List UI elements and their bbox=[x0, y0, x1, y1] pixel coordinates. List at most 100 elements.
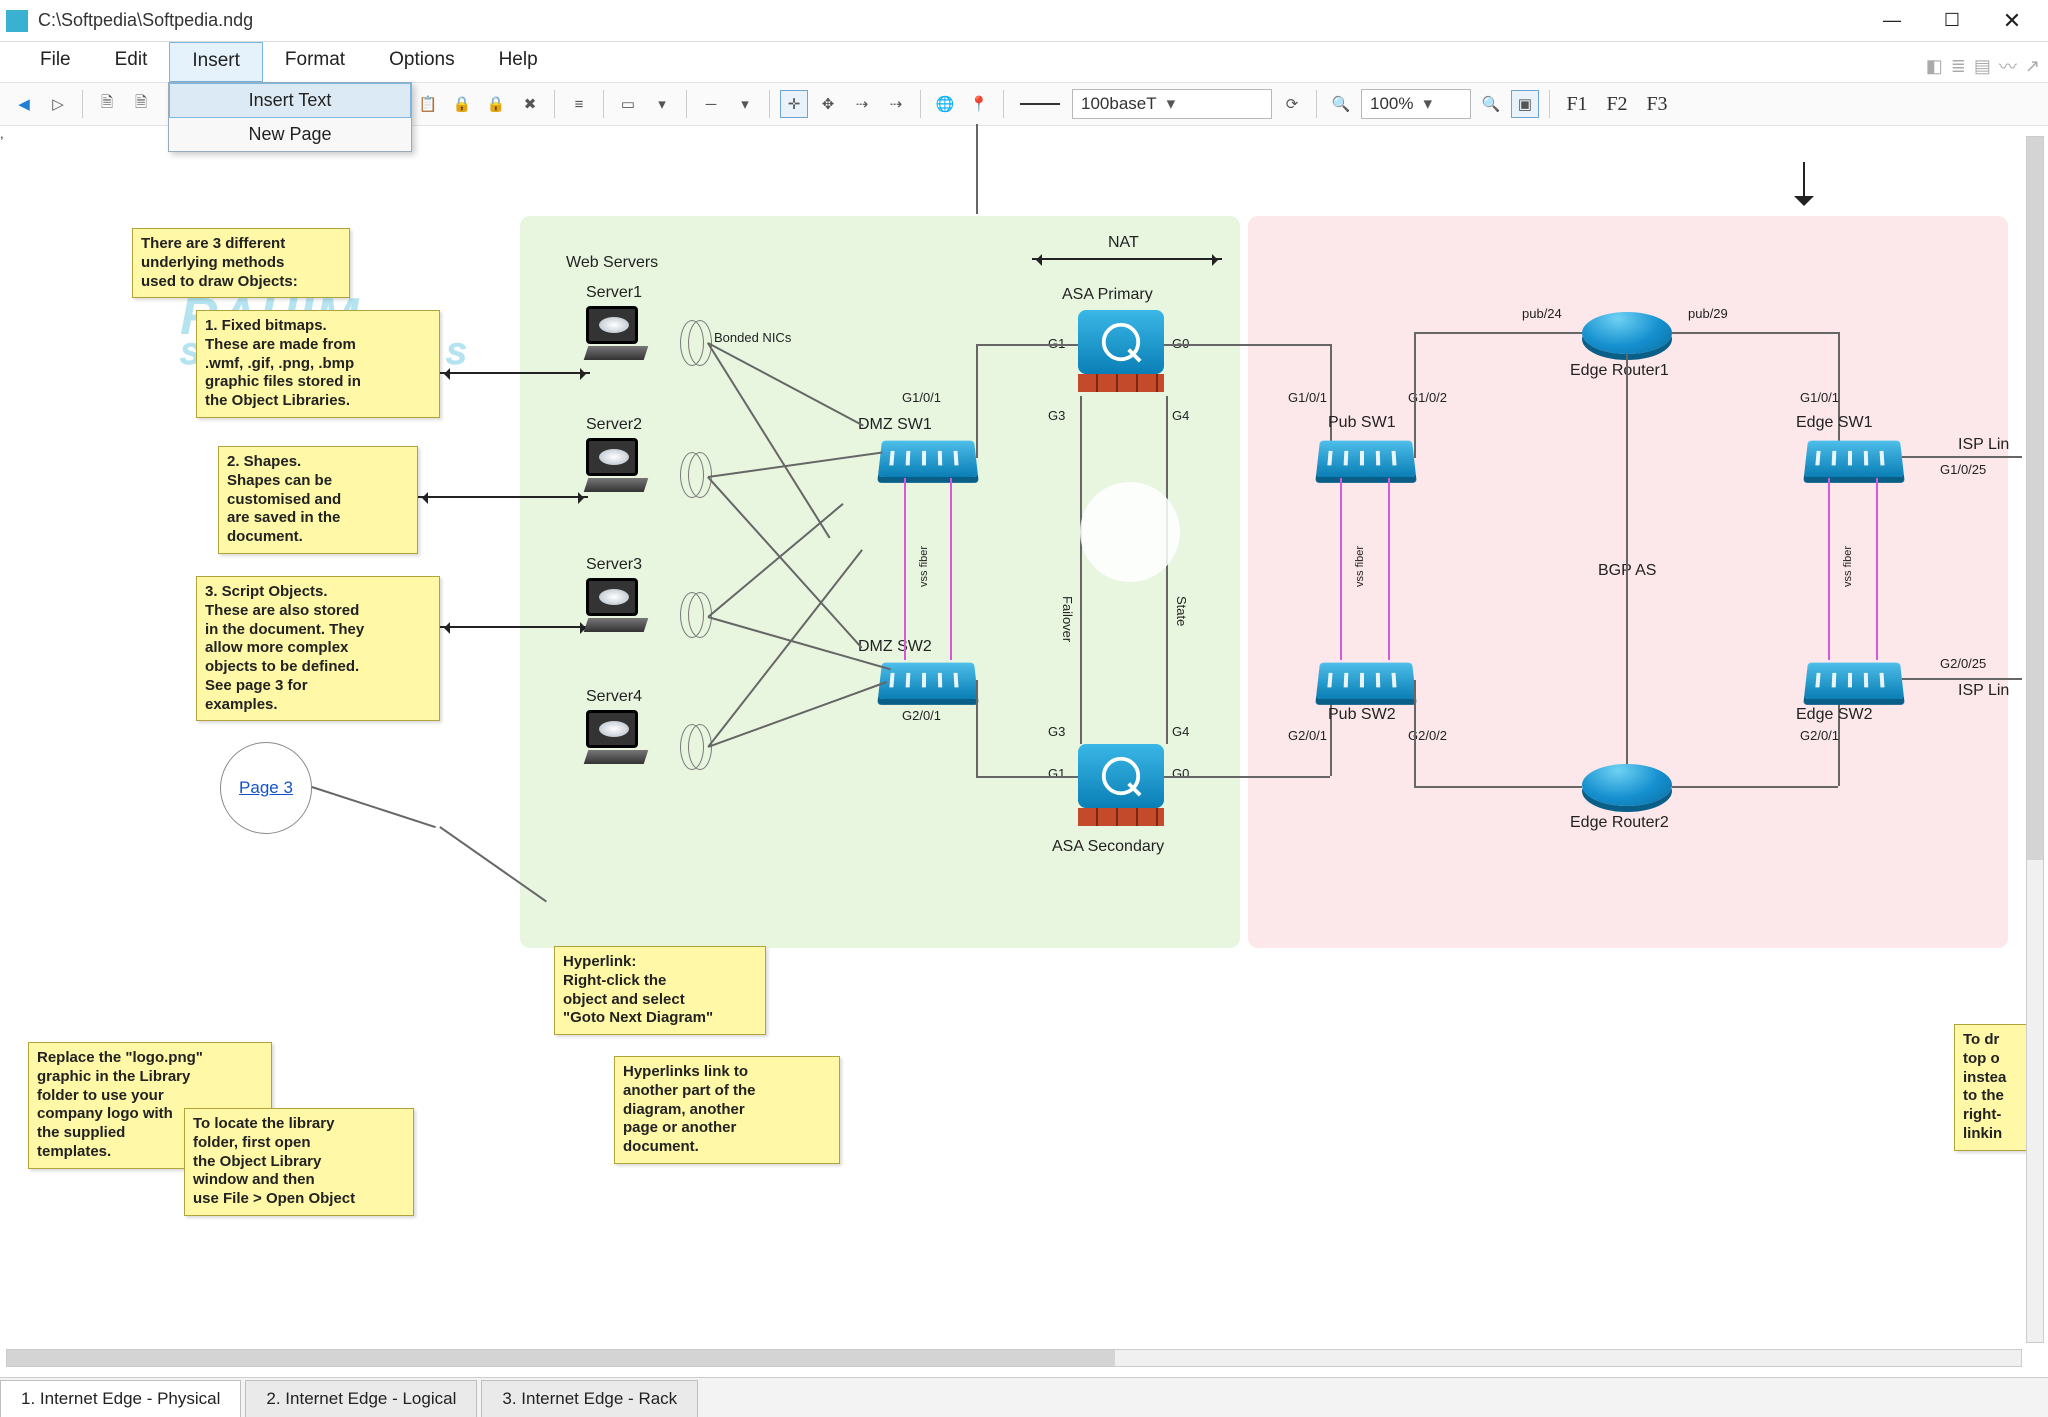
pin-icon[interactable]: 📍 bbox=[965, 90, 993, 118]
tool-icon[interactable]: 〰 bbox=[1999, 53, 2017, 79]
label-edgesw1: Edge SW1 bbox=[1796, 414, 1872, 432]
cable bbox=[1414, 680, 1416, 786]
server2-icon[interactable] bbox=[586, 438, 650, 502]
tool-icon[interactable]: ≣ bbox=[1951, 56, 1966, 77]
link2-icon[interactable]: ⇢ bbox=[882, 90, 910, 118]
cable bbox=[1164, 776, 1330, 778]
group-icon[interactable]: ▭ bbox=[614, 90, 642, 118]
menu-insert-text[interactable]: Insert Text bbox=[169, 83, 411, 118]
reload-icon[interactable]: ⟳ bbox=[1278, 90, 1306, 118]
f1-button[interactable]: F1 bbox=[1560, 93, 1594, 116]
tool-icon[interactable]: ▤ bbox=[1974, 56, 1991, 77]
note-shapes[interactable]: 2. Shapes. Shapes can be customised and … bbox=[218, 446, 418, 554]
note-right-clipped[interactable]: To dr top o instea to the right- linkin bbox=[1954, 1024, 2034, 1151]
pointer-arrow bbox=[440, 626, 590, 628]
zoom-combo[interactable]: 100% ▾ bbox=[1361, 89, 1471, 119]
tool-icon[interactable]: ↗ bbox=[2025, 56, 2040, 77]
page-icon[interactable]: 🗎 bbox=[93, 90, 121, 118]
pointer-arrow bbox=[440, 372, 590, 374]
edge-router1-icon[interactable] bbox=[1582, 312, 1672, 354]
diagram-canvas[interactable]: RAHIM SOFTWARES There are 3 different un… bbox=[0, 126, 2048, 1371]
note-hyperlink2[interactable]: Hyperlinks link to another part of the d… bbox=[614, 1056, 840, 1164]
tool-icon[interactable]: ◧ bbox=[1926, 56, 1943, 77]
menu-file[interactable]: File bbox=[18, 42, 93, 82]
menu-insert[interactable]: Insert bbox=[169, 42, 263, 82]
tab-page1[interactable]: 1. Internet Edge - Physical bbox=[0, 1380, 241, 1417]
delete-icon[interactable]: ✖ bbox=[516, 90, 544, 118]
tab-page3[interactable]: 3. Internet Edge - Rack bbox=[481, 1380, 698, 1417]
pointer-arrow bbox=[418, 496, 588, 498]
menu-format[interactable]: Format bbox=[263, 42, 367, 82]
zoom-in-icon[interactable]: 🔍 bbox=[1477, 90, 1505, 118]
menu-options[interactable]: Options bbox=[367, 42, 476, 82]
note-hyperlink1[interactable]: Hyperlink: Right-click the object and se… bbox=[554, 946, 766, 1035]
note-library[interactable]: To locate the library folder, first open… bbox=[184, 1108, 414, 1216]
label-nat: NAT bbox=[1108, 234, 1139, 252]
asa-secondary-icon[interactable] bbox=[1078, 744, 1164, 830]
tab-page2[interactable]: 2. Internet Edge - Logical bbox=[245, 1380, 477, 1417]
move-icon[interactable]: ✥ bbox=[814, 90, 842, 118]
scrollbar-thumb[interactable] bbox=[7, 1350, 1115, 1366]
zoom-out-icon[interactable]: 🔍 bbox=[1327, 90, 1355, 118]
ungroup-icon[interactable]: ▾ bbox=[648, 90, 676, 118]
page3-link[interactable]: Page 3 bbox=[220, 742, 312, 834]
label-edge-router1: Edge Router1 bbox=[1570, 362, 1669, 380]
label-g3: G3 bbox=[1048, 408, 1065, 423]
maximize-button[interactable]: ☐ bbox=[1922, 0, 1982, 42]
vertical-scrollbar[interactable] bbox=[2026, 136, 2044, 1343]
menu-help[interactable]: Help bbox=[477, 42, 560, 82]
selection-tool-icon[interactable]: ✛ bbox=[780, 90, 808, 118]
dmz-sw1-icon[interactable] bbox=[878, 441, 978, 477]
globe-icon[interactable]: 🌐 bbox=[931, 90, 959, 118]
clipboard-icon[interactable]: 📋 bbox=[414, 90, 442, 118]
lock-icon[interactable]: 🔒 bbox=[448, 90, 476, 118]
failover-line bbox=[1080, 396, 1082, 744]
page-tab-bar: 1. Internet Edge - Physical 2. Internet … bbox=[0, 1377, 2048, 1417]
edge-sw1-icon[interactable] bbox=[1804, 441, 1904, 477]
close-button[interactable]: ✕ bbox=[1982, 0, 2042, 42]
fit-icon[interactable]: ▣ bbox=[1511, 90, 1539, 118]
scrollbar-thumb[interactable] bbox=[2027, 137, 2043, 860]
f3-button[interactable]: F3 bbox=[1640, 93, 1674, 116]
menu-new-page[interactable]: New Page bbox=[169, 118, 411, 151]
line-style-preview[interactable] bbox=[1020, 103, 1060, 105]
horizontal-scrollbar[interactable] bbox=[6, 1349, 2022, 1367]
connector-icon[interactable]: ─ bbox=[697, 90, 725, 118]
note-scripts[interactable]: 3. Script Objects. These are also stored… bbox=[196, 576, 440, 721]
label-g1025: G1/0/25 bbox=[1940, 462, 1986, 477]
note-bitmaps[interactable]: 1. Fixed bitmaps. These are made from .w… bbox=[196, 310, 440, 418]
edge-router2-icon[interactable] bbox=[1582, 764, 1672, 806]
pub-sw2-icon[interactable] bbox=[1316, 663, 1416, 699]
pub-sw1-icon[interactable] bbox=[1316, 441, 1416, 477]
align-icon[interactable]: ≡ bbox=[565, 90, 593, 118]
connection-type-label: 100baseT bbox=[1081, 94, 1157, 114]
edge-sw2-icon[interactable] bbox=[1804, 663, 1904, 699]
server4-icon[interactable] bbox=[586, 710, 650, 774]
nav-back-icon[interactable]: ◀ bbox=[10, 90, 38, 118]
connection-type-combo[interactable]: 100baseT ▾ bbox=[1072, 89, 1272, 119]
connector2-icon[interactable]: ▾ bbox=[731, 90, 759, 118]
dmz-sw2-icon[interactable] bbox=[878, 663, 978, 699]
arrow-down-icon bbox=[1794, 196, 1814, 216]
f2-button[interactable]: F2 bbox=[1600, 93, 1634, 116]
label-server1: Server1 bbox=[586, 284, 642, 302]
bgp-line bbox=[1626, 354, 1628, 764]
page-add-icon[interactable]: 🗎 bbox=[127, 90, 155, 118]
cable bbox=[1672, 786, 1838, 788]
insert-dropdown: Insert Text New Page bbox=[168, 82, 412, 152]
asa-primary-icon[interactable] bbox=[1078, 310, 1164, 396]
label-g101: G1/0/1 bbox=[902, 390, 941, 405]
minimize-button[interactable]: — bbox=[1862, 0, 1922, 42]
link-icon[interactable]: ⇢ bbox=[848, 90, 876, 118]
chevron-down-icon: ▾ bbox=[1167, 94, 1176, 114]
page3-link-label: Page 3 bbox=[239, 778, 293, 798]
server3-icon[interactable] bbox=[586, 578, 650, 642]
note-intro[interactable]: There are 3 different underlying methods… bbox=[132, 228, 350, 298]
server1-icon[interactable] bbox=[586, 306, 650, 370]
label-vss2: vss fiber bbox=[1354, 546, 1366, 587]
label-edgesw2: Edge SW2 bbox=[1796, 706, 1872, 724]
link-leader bbox=[312, 786, 436, 828]
menu-edit[interactable]: Edit bbox=[93, 42, 170, 82]
nav-fwd-icon[interactable]: ▷ bbox=[44, 90, 72, 118]
lock2-icon[interactable]: 🔒 bbox=[482, 90, 510, 118]
